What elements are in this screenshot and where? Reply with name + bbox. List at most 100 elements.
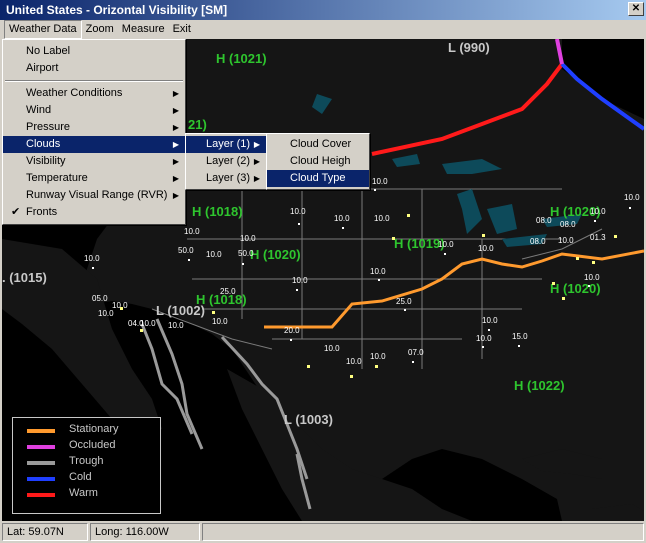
station-value: 25.0 [396,297,412,306]
menu-exit[interactable]: Exit [169,20,195,39]
submenu-arrow-icon: ▶ [172,106,179,115]
menu-item-fronts[interactable]: ✔ Fronts [3,204,185,221]
station-dot [392,237,395,240]
checkmark-icon: ✔ [11,206,21,218]
clouds-submenu: Layer (1) ▶ Layer (2) ▶ Layer (3) ▶ [185,133,267,190]
station-value: 10.0 [212,317,228,326]
station-value: 10.0 [438,240,454,249]
menu-item-label: Runway Visual Range (RVR) [26,189,168,201]
station-value: 10.0 [370,352,386,361]
station-value: 10.0 [372,177,388,186]
legend-swatch-occluded [27,445,55,449]
menu-item-cloud-height[interactable]: Cloud Heigh [267,153,369,170]
submenu-arrow-icon: ▶ [172,157,179,166]
station-value: 10.0 [98,309,114,318]
station-dot [374,189,376,191]
station-value: 10.0 [558,236,574,245]
window-controls: ✕ [628,2,644,16]
station-value: 10.0 [334,214,350,223]
pressure-label-high: H (1020) [250,247,301,262]
menu-item-label: Temperature [26,172,88,184]
menu-item-no-label[interactable]: No Label [3,43,185,60]
menu-item-clouds[interactable]: Clouds ▶ [3,136,185,153]
legend-row-warm: Warm [13,486,162,502]
station-dot [120,307,123,310]
station-dot [188,259,190,261]
station-dot [562,297,565,300]
status-empty [202,523,644,541]
menu-separator [5,80,183,82]
station-dot [482,346,484,348]
menu-item-cloud-type[interactable]: Cloud Type [267,170,369,187]
menu-item-pressure[interactable]: Pressure ▶ [3,119,185,136]
close-button[interactable]: ✕ [628,2,644,16]
station-value: 15.0 [512,332,528,341]
submenu-arrow-icon: ▶ [172,191,179,200]
station-dot [412,361,414,363]
status-bar: Lat: 59.07N Long: 116.00W [0,521,646,543]
menu-item-airport[interactable]: Airport [3,60,185,77]
window-title: United States - Orizontal Visibility [SM… [0,0,646,20]
station-dot [407,214,410,217]
station-dot [378,279,380,281]
menu-measure[interactable]: Measure [118,20,169,39]
pressure-label-low: L (990) [448,40,490,55]
pressure-label-low: . (1015) [2,270,47,285]
pressure-label-high: H (1021) [216,51,267,66]
station-value: 10.0 [590,207,606,216]
station-value: 20.0 [284,326,300,335]
station-value: 10.0 [84,254,100,263]
menu-item-weather-conditions[interactable]: Weather Conditions ▶ [3,85,185,102]
menu-item-visibility[interactable]: Visibility ▶ [3,153,185,170]
station-dot [290,339,292,341]
station-value: 10.0 [184,227,200,236]
legend-row-stationary: Stationary [13,422,162,438]
legend-swatch-stationary [27,429,55,433]
station-dot [307,365,310,368]
station-value: 25.0 [220,287,236,296]
menu-item-layer-2[interactable]: Layer (2) ▶ [186,153,266,170]
legend-row-trough: Trough [13,454,162,470]
station-value: 10.0 [168,321,184,330]
station-value: 08.0 [560,220,576,229]
menu-item-temperature[interactable]: Temperature ▶ [3,170,185,187]
station-dot [92,267,94,269]
station-dot [296,289,298,291]
submenu-arrow-icon: ▶ [253,140,260,149]
legend-swatch-cold [27,477,55,481]
legend-row-occluded: Occluded [13,438,162,454]
weather-data-menu: No Label Airport Weather Conditions ▶ Win… [2,39,186,225]
pressure-label-high: H (1019) [394,236,445,251]
station-value: 50.0 [178,246,194,255]
menu-item-wind[interactable]: Wind ▶ [3,102,185,119]
status-latitude: Lat: 59.07N [2,523,88,541]
station-value: 08.0 [536,216,552,225]
menu-item-label: Layer (2) [206,155,251,167]
menu-item-label: Visibility [26,155,66,167]
station-dot [212,311,215,314]
station-value: 08.0 [530,237,546,246]
pressure-label-high: H (1018) [192,204,243,219]
legend-swatch-warm [27,493,55,497]
menu-zoom[interactable]: Zoom [82,20,118,39]
pressure-label-low: L (1002) [156,303,205,318]
station-dot [298,223,300,225]
menu-item-rvr[interactable]: Runway Visual Range (RVR) ▶ [3,187,185,204]
menu-item-label: Wind [26,104,52,116]
menu-item-layer-3[interactable]: Layer (3) ▶ [186,170,266,187]
menu-weather-data[interactable]: Weather Data [4,20,82,39]
pressure-label-low: L (1003) [284,412,333,427]
legend-label: Warm [69,487,98,499]
menu-item-label: Weather Conditions [26,87,123,99]
menu-item-cloud-cover[interactable]: Cloud Cover [267,136,369,153]
menu-item-label: Layer (3) [206,172,251,184]
station-value: 10.0 [482,316,498,325]
station-dot [518,345,520,347]
legend-label: Cold [69,471,92,483]
station-dot [629,207,631,209]
station-value: 05.0 [92,294,108,303]
station-dot [242,263,244,265]
menu-item-layer-1[interactable]: Layer (1) ▶ [186,136,266,153]
station-value: 10.0 [292,276,308,285]
status-longitude: Long: 116.00W [90,523,200,541]
